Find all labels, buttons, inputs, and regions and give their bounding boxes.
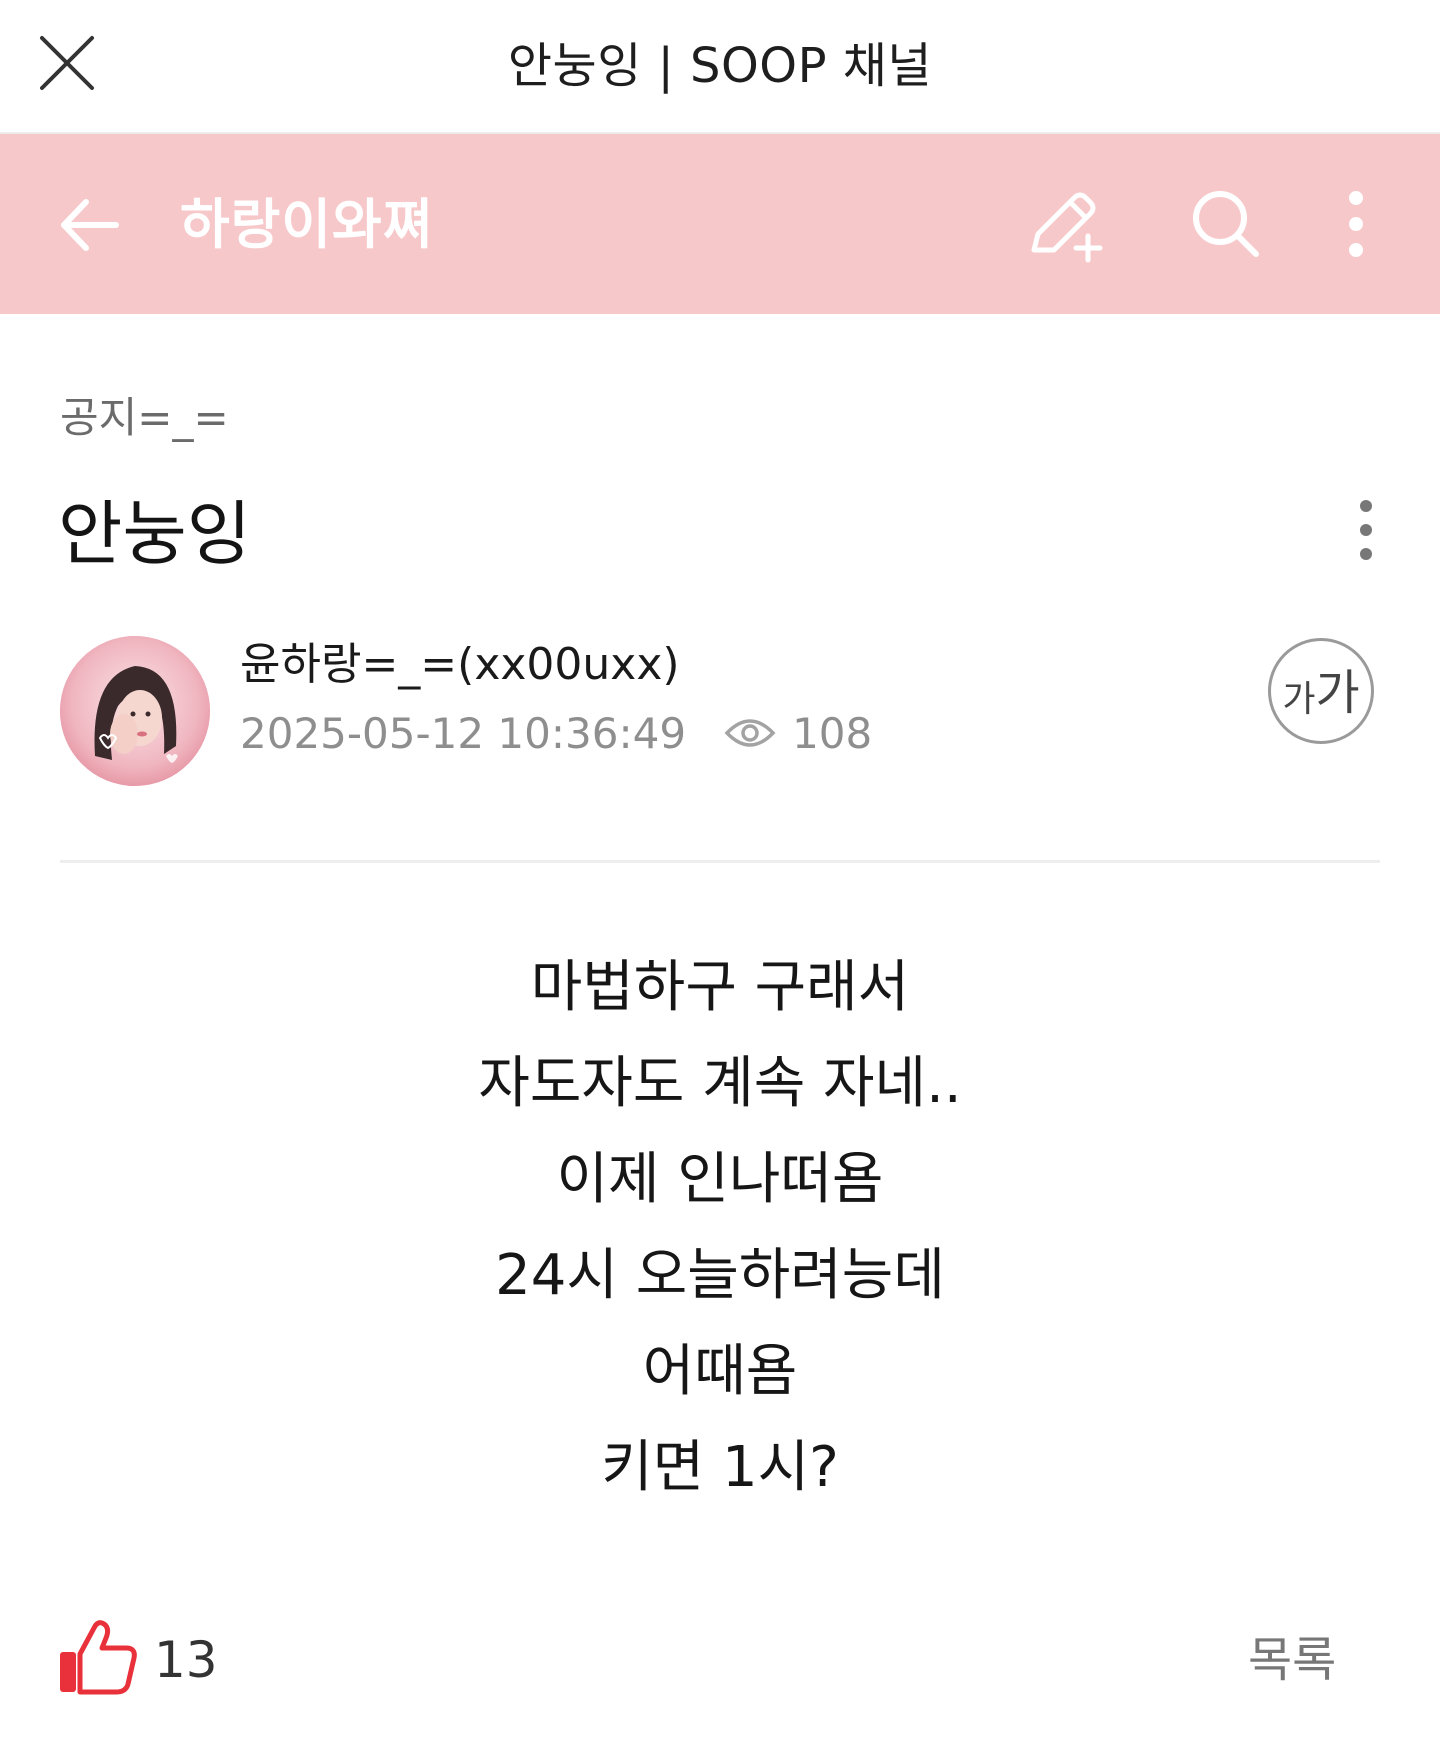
- like-thumbs-up-icon[interactable]: [56, 1614, 140, 1698]
- font-size-small-label: 가: [1282, 679, 1316, 720]
- post-body: 마법하구 구래서 자도자도 계속 자네.. 이제 인나떠욤 24시 오늘하려능데…: [60, 940, 1380, 1516]
- author-name[interactable]: 윤하랑=_=(xx00uxx): [240, 638, 680, 692]
- post-title: 안눙잉: [58, 493, 252, 575]
- eye-icon: [724, 719, 776, 747]
- divider: [60, 860, 1380, 863]
- post-more-icon[interactable]: [1336, 494, 1396, 566]
- post-body-line: 마법하구 구래서: [530, 955, 910, 1020]
- post-meta: 2025-05-12 10:36:49 108: [240, 706, 872, 760]
- back-arrow-icon[interactable]: [56, 192, 122, 258]
- window-titlebar: 안눙잉 | SOOP 채널: [0, 0, 1440, 134]
- post-category[interactable]: 공지=_=: [60, 392, 229, 444]
- window-title: 안눙잉 | SOOP 채널: [507, 38, 933, 94]
- post-datetime: 2025-05-12 10:36:49: [240, 708, 687, 758]
- view-count: 108: [792, 708, 873, 758]
- font-size-button[interactable]: 가 가: [1268, 638, 1374, 744]
- post-body-line: 이제 인나떠욤: [556, 1147, 884, 1212]
- post-body-line: 24시 오늘하려능데: [495, 1243, 945, 1308]
- post-body-line: 어때욤: [642, 1339, 798, 1404]
- post-body-line: 키면 1시?: [601, 1435, 839, 1500]
- font-size-big-label: 가: [1315, 665, 1360, 721]
- search-icon[interactable]: [1186, 184, 1266, 264]
- channel-header: 하랑이와쪄: [0, 134, 1440, 314]
- avatar[interactable]: [60, 636, 210, 786]
- write-icon[interactable]: [1024, 184, 1104, 264]
- more-vertical-icon[interactable]: [1316, 184, 1396, 264]
- post-body-line: 자도자도 계속 자네..: [478, 1051, 962, 1116]
- channel-name[interactable]: 하랑이와쪄: [180, 192, 433, 258]
- like-count: 13: [154, 1631, 218, 1689]
- list-button[interactable]: 목록: [1248, 1630, 1336, 1690]
